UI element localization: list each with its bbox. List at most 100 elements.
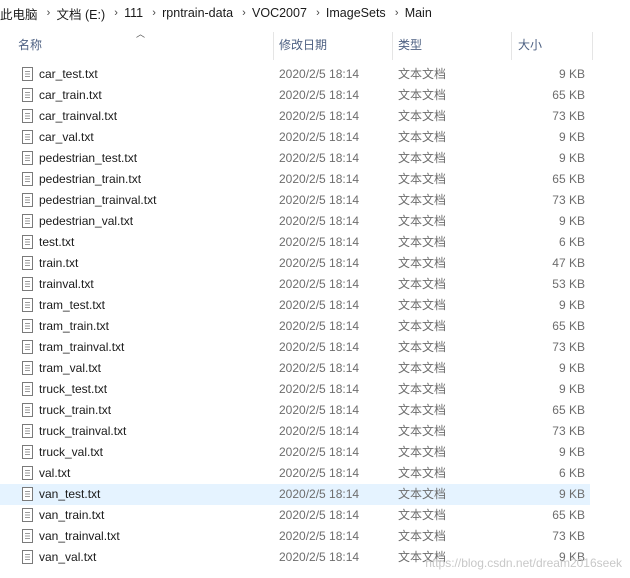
column-size-label: 大小 bbox=[518, 38, 543, 52]
text-file-icon bbox=[22, 361, 33, 375]
breadcrumb-item[interactable]: 111 bbox=[124, 6, 146, 20]
text-file-icon bbox=[22, 466, 33, 480]
chevron-right-icon[interactable]: › bbox=[236, 7, 252, 19]
chevron-right-icon[interactable]: › bbox=[310, 7, 326, 19]
table-row[interactable]: val.txt 2020/2/5 18:14 文本文档 6 KB bbox=[0, 463, 590, 484]
breadcrumb-item[interactable]: rpntrain-data bbox=[162, 6, 236, 20]
table-row[interactable]: van_train.txt 2020/2/5 18:14 文本文档 65 KB bbox=[0, 505, 590, 526]
file-size: 6 KB bbox=[558, 235, 585, 249]
file-size: 9 KB bbox=[558, 382, 585, 396]
file-type: 文本文档 bbox=[398, 529, 447, 543]
file-date: 2020/2/5 18:14 bbox=[279, 403, 360, 417]
chevron-right-icon[interactable]: › bbox=[146, 7, 162, 19]
file-name: truck_val.txt bbox=[39, 445, 104, 459]
column-header-size[interactable]: 大小 bbox=[518, 28, 590, 61]
file-type: 文本文档 bbox=[398, 298, 447, 312]
table-row[interactable]: truck_trainval.txt 2020/2/5 18:14 文本文档 73 K… bbox=[0, 421, 590, 442]
file-size: 9 KB bbox=[558, 298, 585, 312]
breadcrumb-item[interactable]: 文档 (E:) bbox=[57, 4, 109, 23]
table-row[interactable]: tram_train.txt 2020/2/5 18:14 文本文档 65 KB bbox=[0, 316, 590, 337]
text-file-icon bbox=[22, 487, 33, 501]
file-type: 文本文档 bbox=[398, 172, 447, 186]
text-file-icon bbox=[22, 277, 33, 291]
column-divider[interactable] bbox=[511, 32, 512, 60]
file-name: van_train.txt bbox=[39, 508, 105, 522]
text-file-icon bbox=[22, 88, 33, 102]
file-type: 文本文档 bbox=[398, 151, 447, 165]
table-row[interactable]: truck_test.txt 2020/2/5 18:14 文本文档 9 KB bbox=[0, 379, 590, 400]
table-row[interactable]: tram_val.txt 2020/2/5 18:14 文本文档 9 KB bbox=[0, 358, 590, 379]
file-date: 2020/2/5 18:14 bbox=[279, 508, 360, 522]
table-row[interactable]: van_trainval.txt 2020/2/5 18:14 文本文档 73 KB bbox=[0, 526, 590, 547]
table-row[interactable]: pedestrian_trainval.txt 2020/2/5 18:14 文本文… bbox=[0, 190, 590, 211]
file-date: 2020/2/5 18:14 bbox=[279, 466, 360, 480]
text-file-icon bbox=[22, 529, 33, 543]
chevron-right-icon[interactable]: › bbox=[41, 7, 57, 19]
file-size: 53 KB bbox=[552, 277, 585, 291]
text-file-icon bbox=[22, 67, 33, 81]
file-date: 2020/2/5 18:14 bbox=[279, 529, 360, 543]
text-file-icon bbox=[22, 340, 33, 354]
file-type: 文本文档 bbox=[398, 130, 447, 144]
column-header-type[interactable]: 类型 bbox=[398, 28, 503, 61]
table-row[interactable]: tram_test.txt 2020/2/5 18:14 文本文档 9 KB bbox=[0, 295, 590, 316]
file-name: pedestrian_test.txt bbox=[39, 151, 138, 165]
file-type: 文本文档 bbox=[398, 508, 447, 522]
file-date: 2020/2/5 18:14 bbox=[279, 130, 360, 144]
file-type: 文本文档 bbox=[398, 277, 447, 291]
file-date: 2020/2/5 18:14 bbox=[279, 424, 360, 438]
text-file-icon bbox=[22, 130, 33, 144]
file-size: 73 KB bbox=[552, 193, 585, 207]
table-row[interactable]: trainval.txt 2020/2/5 18:14 文本文档 53 KB bbox=[0, 274, 590, 295]
watermark: https://blog.csdn.net/dream2016seek bbox=[425, 556, 622, 570]
table-row[interactable]: car_trainval.txt 2020/2/5 18:14 文本文档 73 KB bbox=[0, 106, 590, 127]
table-row[interactable]: tram_trainval.txt 2020/2/5 18:14 文本文档 73 KB bbox=[0, 337, 590, 358]
file-name: train.txt bbox=[39, 256, 79, 270]
column-divider[interactable] bbox=[592, 32, 593, 60]
file-size: 73 KB bbox=[552, 424, 585, 438]
breadcrumb: 此电脑 › 文档 (E:) › 111 › rpntrain-data › VO… bbox=[0, 0, 630, 26]
file-size: 9 KB bbox=[558, 361, 585, 375]
file-name: car_val.txt bbox=[39, 130, 94, 144]
column-divider[interactable] bbox=[392, 32, 393, 60]
table-row[interactable]: van_test.txt 2020/2/5 18:14 文本文档 9 KB bbox=[0, 484, 590, 505]
file-date: 2020/2/5 18:14 bbox=[279, 340, 360, 354]
breadcrumb-item[interactable]: VOC2007 bbox=[252, 6, 310, 20]
column-type-label: 类型 bbox=[398, 38, 423, 52]
text-file-icon bbox=[22, 151, 33, 165]
breadcrumb-item[interactable]: ImageSets bbox=[326, 6, 389, 20]
file-date: 2020/2/5 18:14 bbox=[279, 109, 360, 123]
file-name: car_train.txt bbox=[39, 88, 102, 102]
file-type: 文本文档 bbox=[398, 445, 447, 459]
file-size: 65 KB bbox=[552, 88, 585, 102]
file-name: truck_test.txt bbox=[39, 382, 108, 396]
file-type: 文本文档 bbox=[398, 109, 447, 123]
text-file-icon bbox=[22, 445, 33, 459]
table-row[interactable]: pedestrian_train.txt 2020/2/5 18:14 文本文档 65… bbox=[0, 169, 590, 190]
table-row[interactable]: pedestrian_val.txt 2020/2/5 18:14 文本文档 9 KB bbox=[0, 211, 590, 232]
file-name: van_trainval.txt bbox=[39, 529, 120, 543]
table-row[interactable]: pedestrian_test.txt 2020/2/5 18:14 文本文档 9 K… bbox=[0, 148, 590, 169]
file-date: 2020/2/5 18:14 bbox=[279, 319, 360, 333]
table-row[interactable]: car_train.txt 2020/2/5 18:14 文本文档 65 KB bbox=[0, 85, 590, 106]
breadcrumb-item[interactable]: 此电脑 bbox=[0, 4, 41, 23]
column-header-date[interactable]: 修改日期 bbox=[279, 28, 389, 61]
breadcrumb-item[interactable]: Main bbox=[405, 6, 435, 20]
file-list: car_test.txt 2020/2/5 18:14 文本文档 9 KB car_tr… bbox=[0, 64, 630, 568]
file-size: 9 KB bbox=[558, 214, 585, 228]
table-row[interactable]: train.txt 2020/2/5 18:14 文本文档 47 KB bbox=[0, 253, 590, 274]
column-date-label: 修改日期 bbox=[279, 38, 328, 52]
file-name: car_trainval.txt bbox=[39, 109, 118, 123]
table-row[interactable]: truck_val.txt 2020/2/5 18:14 文本文档 9 KB bbox=[0, 442, 590, 463]
table-row[interactable]: test.txt 2020/2/5 18:14 文本文档 6 KB bbox=[0, 232, 590, 253]
table-row[interactable]: car_test.txt 2020/2/5 18:14 文本文档 9 KB bbox=[0, 64, 590, 85]
column-divider[interactable] bbox=[273, 32, 274, 60]
file-type: 文本文档 bbox=[398, 403, 447, 417]
chevron-right-icon[interactable]: › bbox=[108, 7, 124, 19]
table-row[interactable]: truck_train.txt 2020/2/5 18:14 文本文档 65 KB bbox=[0, 400, 590, 421]
file-size: 9 KB bbox=[558, 151, 585, 165]
text-file-icon bbox=[22, 382, 33, 396]
chevron-right-icon[interactable]: › bbox=[389, 7, 405, 19]
text-file-icon bbox=[22, 172, 33, 186]
table-row[interactable]: car_val.txt 2020/2/5 18:14 文本文档 9 KB bbox=[0, 127, 590, 148]
